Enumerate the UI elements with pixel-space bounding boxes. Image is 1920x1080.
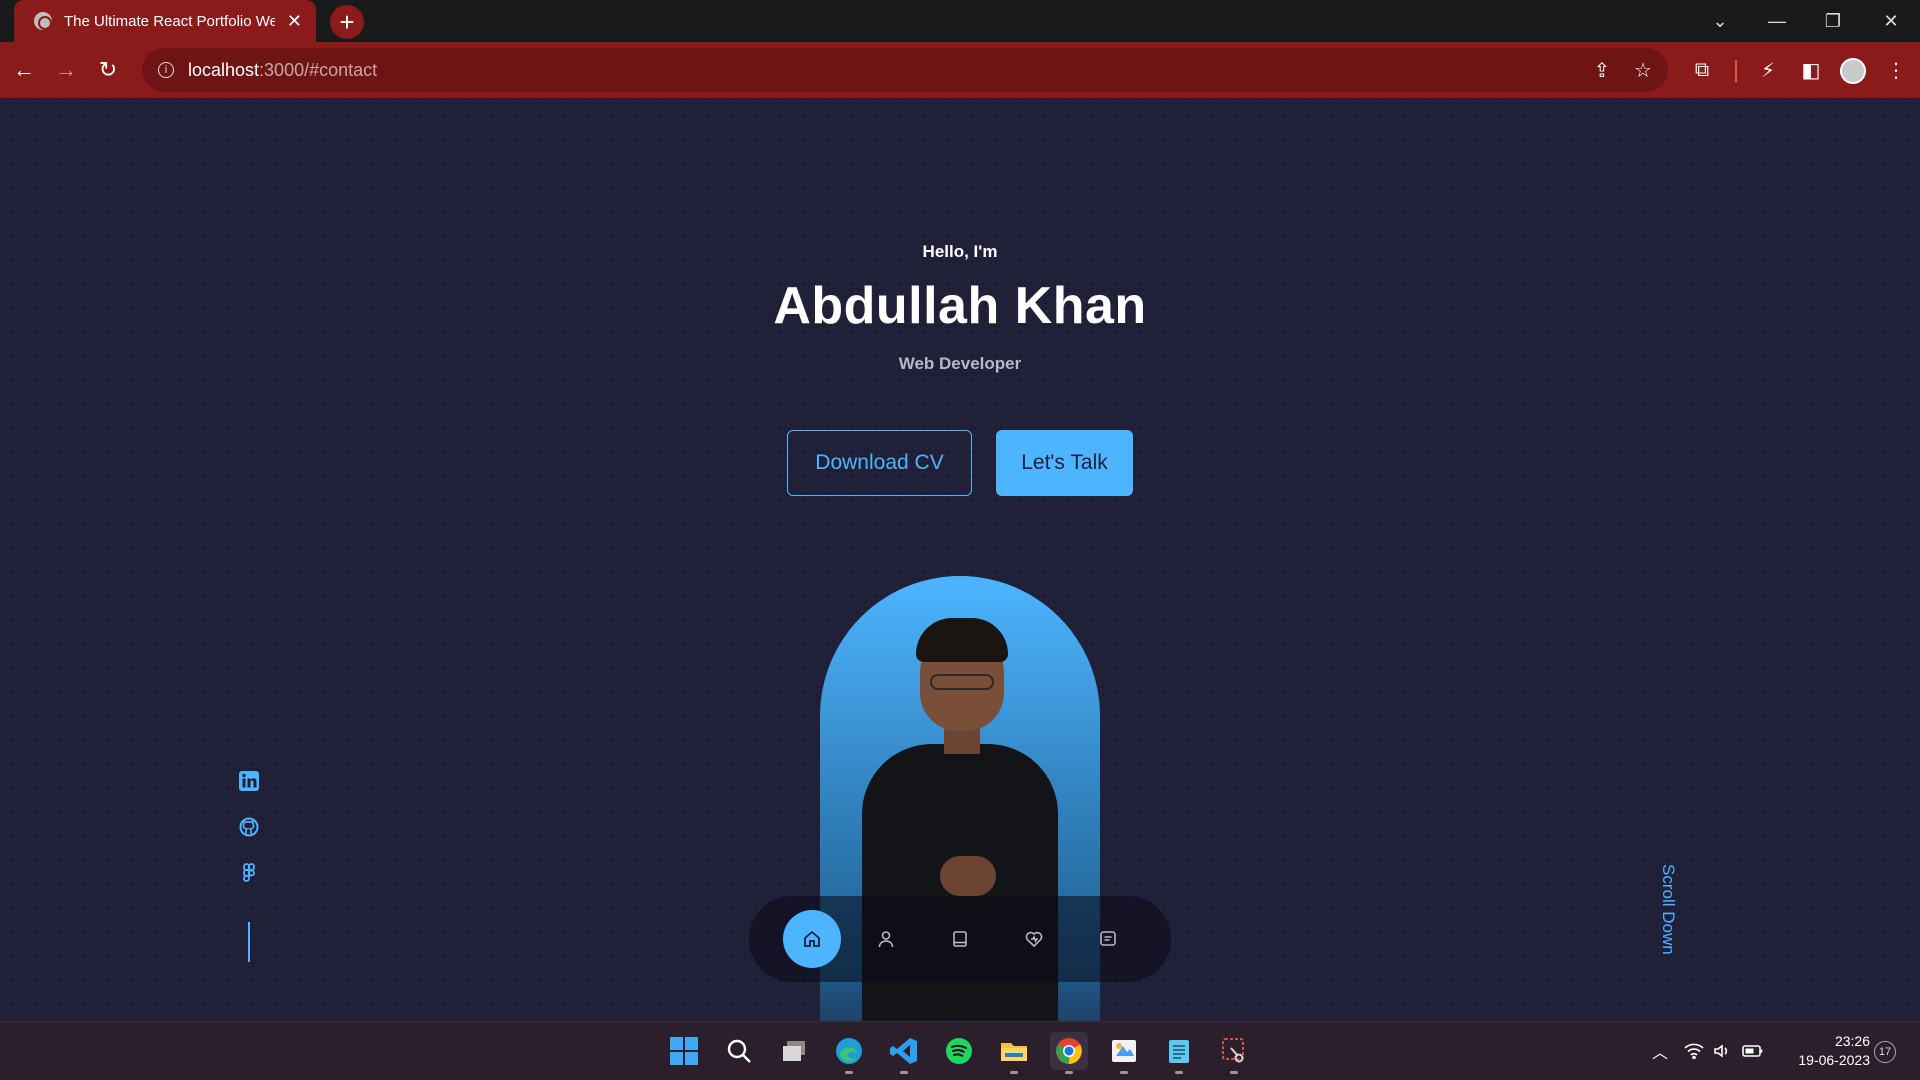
- new-tab-button[interactable]: +: [330, 5, 364, 39]
- task-view-icon[interactable]: [775, 1032, 813, 1070]
- scroll-down-link[interactable]: Scroll Down: [1650, 854, 1678, 964]
- book-icon: [953, 931, 967, 947]
- tray-overflow-icon[interactable]: ︿: [1649, 1040, 1671, 1062]
- browser-tab-bar: The Ultimate React Portfolio We ✕ + ⌄ — …: [0, 0, 1920, 42]
- person-hand: [940, 856, 996, 896]
- greeting-text: Hello, I'm: [922, 242, 998, 261]
- person-glasses: [930, 674, 994, 690]
- paint-icon[interactable]: [1105, 1032, 1143, 1074]
- site-info-icon[interactable]: i: [158, 62, 174, 78]
- share-icon[interactable]: ⇪: [1588, 56, 1616, 84]
- chrome-icon[interactable]: [1050, 1032, 1088, 1074]
- forward-button[interactable]: →: [48, 52, 84, 88]
- minimize-button[interactable]: —: [1752, 0, 1802, 42]
- side-panel-icon[interactable]: ◧: [1795, 54, 1827, 86]
- globe-icon: [34, 12, 52, 30]
- figma-icon[interactable]: [238, 862, 260, 884]
- tab-title: The Ultimate React Portfolio We: [64, 12, 275, 30]
- back-button[interactable]: ←: [6, 52, 42, 88]
- person-hair: [916, 618, 1008, 662]
- vscode-icon[interactable]: [885, 1032, 923, 1074]
- social-links: [236, 770, 262, 962]
- spotify-icon[interactable]: [940, 1032, 978, 1070]
- notepad-icon[interactable]: [1160, 1032, 1198, 1074]
- clock-time: 23:26: [1834, 1033, 1870, 1049]
- portfolio-page: Hello, I'm Abdullah Khan Web Developer D…: [0, 98, 1920, 1021]
- volume-icon[interactable]: [1712, 1040, 1734, 1062]
- close-tab-icon[interactable]: ✕: [287, 11, 302, 32]
- url-text: localhost:3000/#contact: [188, 59, 378, 80]
- snipping-tool-icon[interactable]: [1215, 1032, 1253, 1074]
- floating-nav: [749, 896, 1171, 982]
- restore-button[interactable]: ❐: [1808, 0, 1858, 42]
- services-icon: [1025, 931, 1043, 948]
- start-icon[interactable]: [665, 1032, 703, 1070]
- search-icon[interactable]: [720, 1032, 758, 1070]
- wifi-icon[interactable]: [1683, 1040, 1705, 1062]
- os-taskbar: ︿ 23:26 19-06-2023 17: [0, 1021, 1920, 1080]
- browser-tab[interactable]: The Ultimate React Portfolio We ✕: [14, 0, 316, 42]
- toolbar-divider: [1735, 60, 1737, 82]
- linkedin-icon[interactable]: [238, 770, 260, 792]
- close-window-button[interactable]: ✕: [1866, 0, 1916, 42]
- extensions-icon[interactable]: ⧉: [1686, 54, 1718, 86]
- address-bar[interactable]: i localhost:3000/#contact ⇪ ☆: [142, 48, 1668, 92]
- system-clock[interactable]: 23:26 19-06-2023: [1770, 1032, 1870, 1070]
- edge-icon[interactable]: [830, 1032, 868, 1074]
- tab-search-icon[interactable]: ⌄: [1695, 0, 1745, 42]
- reload-button[interactable]: ↻: [90, 52, 126, 88]
- nav-home-button[interactable]: [783, 910, 841, 968]
- nav-services-button[interactable]: [1005, 910, 1063, 968]
- hero-role: Web Developer: [898, 354, 1022, 373]
- github-icon[interactable]: [238, 816, 260, 838]
- download-cv-button[interactable]: Download CV: [787, 430, 972, 496]
- clock-date: 19-06-2023: [1798, 1052, 1870, 1068]
- battery-icon[interactable]: [1742, 1040, 1764, 1062]
- social-divider-line: [248, 922, 250, 962]
- hero-name: Abdullah Khan: [773, 277, 1147, 335]
- nav-about-button[interactable]: [857, 910, 915, 968]
- performance-icon[interactable]: ⚡: [1752, 54, 1784, 86]
- user-icon: [878, 931, 894, 948]
- nav-experience-button[interactable]: [931, 910, 989, 968]
- message-icon: [1100, 931, 1116, 946]
- lets-talk-button[interactable]: Let's Talk: [996, 430, 1133, 496]
- bookmark-star-icon[interactable]: ☆: [1629, 56, 1657, 84]
- file-explorer-icon[interactable]: [995, 1032, 1033, 1074]
- home-icon: [804, 930, 820, 947]
- notification-badge[interactable]: 17: [1874, 1041, 1896, 1063]
- menu-icon[interactable]: ⋮: [1880, 54, 1912, 86]
- profile-avatar[interactable]: [1840, 58, 1866, 84]
- nav-contact-button[interactable]: [1079, 910, 1137, 968]
- browser-toolbar: ← → ↻ i localhost:3000/#contact ⇪ ☆ ⧉ ⚡ …: [0, 42, 1920, 98]
